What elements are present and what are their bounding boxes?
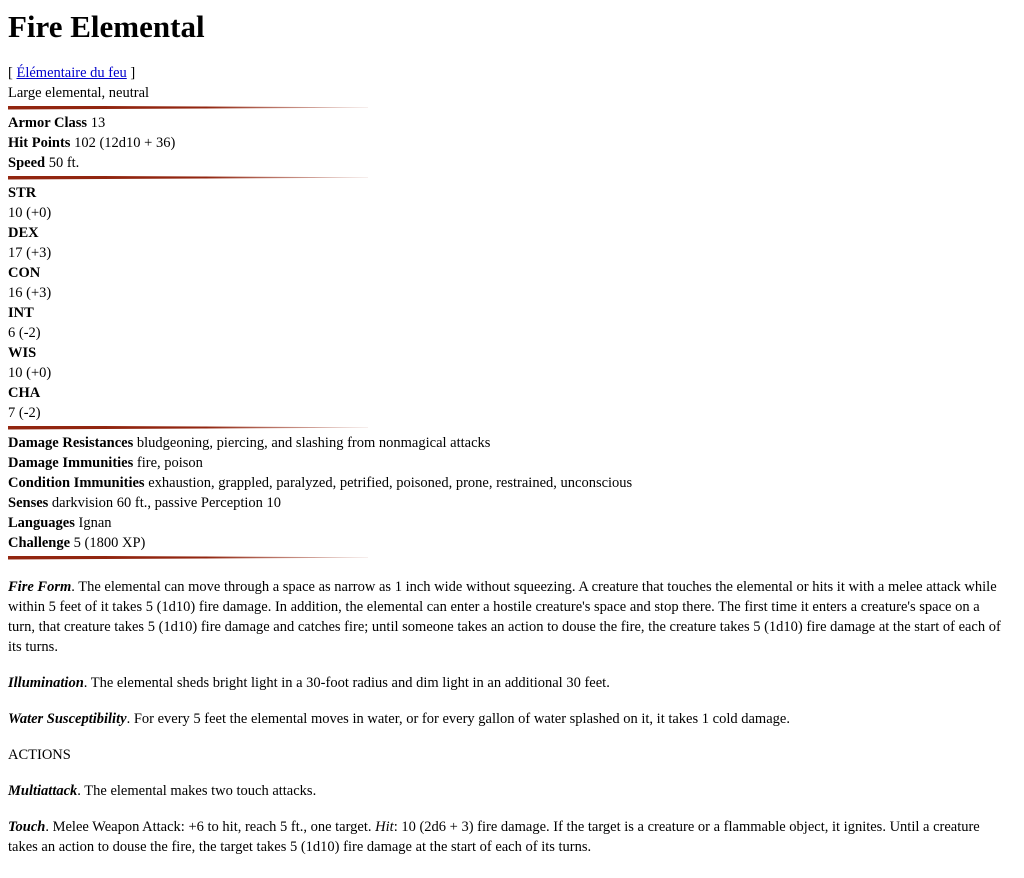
languages-row: Languages Ignan bbox=[8, 513, 1016, 533]
action-name: Multiattack bbox=[8, 783, 78, 799]
speed-row: Speed 50 ft. bbox=[8, 153, 1016, 173]
properties-section: Damage Resistances bludgeoning, piercing… bbox=[8, 433, 1016, 553]
action-text: . Melee Weapon Attack: +6 to hit, reach … bbox=[45, 819, 376, 835]
trait-text: . For every 5 feet the elemental moves i… bbox=[126, 711, 790, 727]
trait-name: Water Susceptibility bbox=[8, 711, 127, 727]
property-label: Damage Immunities bbox=[8, 455, 134, 471]
trait-text: . The elemental can move through a space… bbox=[8, 579, 1001, 655]
trait-water-susceptibility: Water Susceptibility. For every 5 feet t… bbox=[8, 709, 1008, 729]
armor-class-row: Armor Class 13 bbox=[8, 113, 1016, 133]
trait-name: Fire Form bbox=[8, 579, 72, 595]
ability-label-cha: CHA bbox=[8, 385, 41, 401]
challenge-row: Challenge 5 (1800 XP) bbox=[8, 533, 1016, 553]
alt-name-link[interactable]: Élémentaire du feu bbox=[16, 65, 126, 81]
action-touch: Touch. Melee Weapon Attack: +6 to hit, r… bbox=[8, 817, 1008, 857]
ability-label-str: STR bbox=[8, 185, 37, 201]
armor-class-value: 13 bbox=[90, 115, 106, 131]
stat-block-page: Fire Elemental [ Élémentaire du feu ] La… bbox=[0, 0, 1024, 857]
ability-label-dex: DEX bbox=[8, 225, 39, 241]
ability-value-dex: 17 (+3) bbox=[8, 245, 52, 261]
defense-section: Armor Class 13 Hit Points 102 (12d10 + 3… bbox=[8, 113, 1016, 173]
divider bbox=[8, 553, 1016, 563]
action-multiattack: Multiattack. The elemental makes two tou… bbox=[8, 781, 1008, 801]
ability-label-int: INT bbox=[8, 305, 34, 321]
type-line: Large elemental, neutral bbox=[8, 85, 150, 101]
property-label: Senses bbox=[8, 495, 49, 511]
alt-name-line: [ Élémentaire du feu ] bbox=[8, 63, 1016, 83]
property-value: exhaustion, grappled, paralyzed, petrifi… bbox=[148, 475, 633, 491]
ability-value-wis: 10 (+0) bbox=[8, 365, 52, 381]
trait-fire-form: Fire Form. The elemental can move throug… bbox=[8, 577, 1008, 657]
divider bbox=[8, 173, 1016, 183]
ability-value-int: 6 (-2) bbox=[8, 325, 41, 341]
property-label: Languages bbox=[8, 515, 75, 531]
action-name: Touch bbox=[8, 819, 46, 835]
condition-immunities-row: Condition Immunities exhaustion, grapple… bbox=[8, 473, 1016, 493]
trait-illumination: Illumination. The elemental sheds bright… bbox=[8, 673, 1008, 693]
alt-name-close-bracket: ] bbox=[126, 65, 136, 81]
hit-points-row: Hit Points 102 (12d10 + 36) bbox=[8, 133, 1016, 153]
trait-name: Illumination bbox=[8, 675, 84, 691]
damage-resistances-row: Damage Resistances bludgeoning, piercing… bbox=[8, 433, 1016, 453]
property-value: fire, poison bbox=[136, 455, 203, 471]
hit-label: Hit bbox=[375, 819, 394, 835]
speed-label: Speed bbox=[8, 155, 46, 171]
ability-label-con: CON bbox=[8, 265, 41, 281]
ability-value-cha: 7 (-2) bbox=[8, 405, 41, 421]
trait-text: . The elemental sheds bright light in a … bbox=[83, 675, 610, 691]
hit-points-label: Hit Points bbox=[8, 135, 71, 151]
property-value: bludgeoning, piercing, and slashing from… bbox=[136, 435, 491, 451]
divider bbox=[8, 103, 1016, 113]
ability-value-str: 10 (+0) bbox=[8, 205, 52, 221]
property-value: Ignan bbox=[78, 515, 112, 531]
page-title: Fire Elemental bbox=[8, 9, 205, 44]
speed-value: 50 ft. bbox=[48, 155, 80, 171]
property-value: 5 (1800 XP) bbox=[73, 535, 146, 551]
property-label: Challenge bbox=[8, 535, 71, 551]
divider bbox=[8, 423, 1016, 433]
damage-immunities-row: Damage Immunities fire, poison bbox=[8, 453, 1016, 473]
senses-row: Senses darkvision 60 ft., passive Percep… bbox=[8, 493, 1016, 513]
armor-class-label: Armor Class bbox=[8, 115, 88, 131]
actions-heading: ACTIONS bbox=[8, 747, 71, 763]
property-label: Damage Resistances bbox=[8, 435, 134, 451]
property-label: Condition Immunities bbox=[8, 475, 145, 491]
action-text: . The elemental makes two touch attacks. bbox=[77, 783, 317, 799]
abilities-section: STR 10 (+0) DEX 17 (+3) CON 16 (+3) INT … bbox=[8, 183, 1016, 423]
ability-value-con: 16 (+3) bbox=[8, 285, 52, 301]
ability-label-wis: WIS bbox=[8, 345, 37, 361]
property-value: darkvision 60 ft., passive Perception 10 bbox=[51, 495, 282, 511]
hit-points-value: 102 (12d10 + 36) bbox=[74, 135, 176, 151]
